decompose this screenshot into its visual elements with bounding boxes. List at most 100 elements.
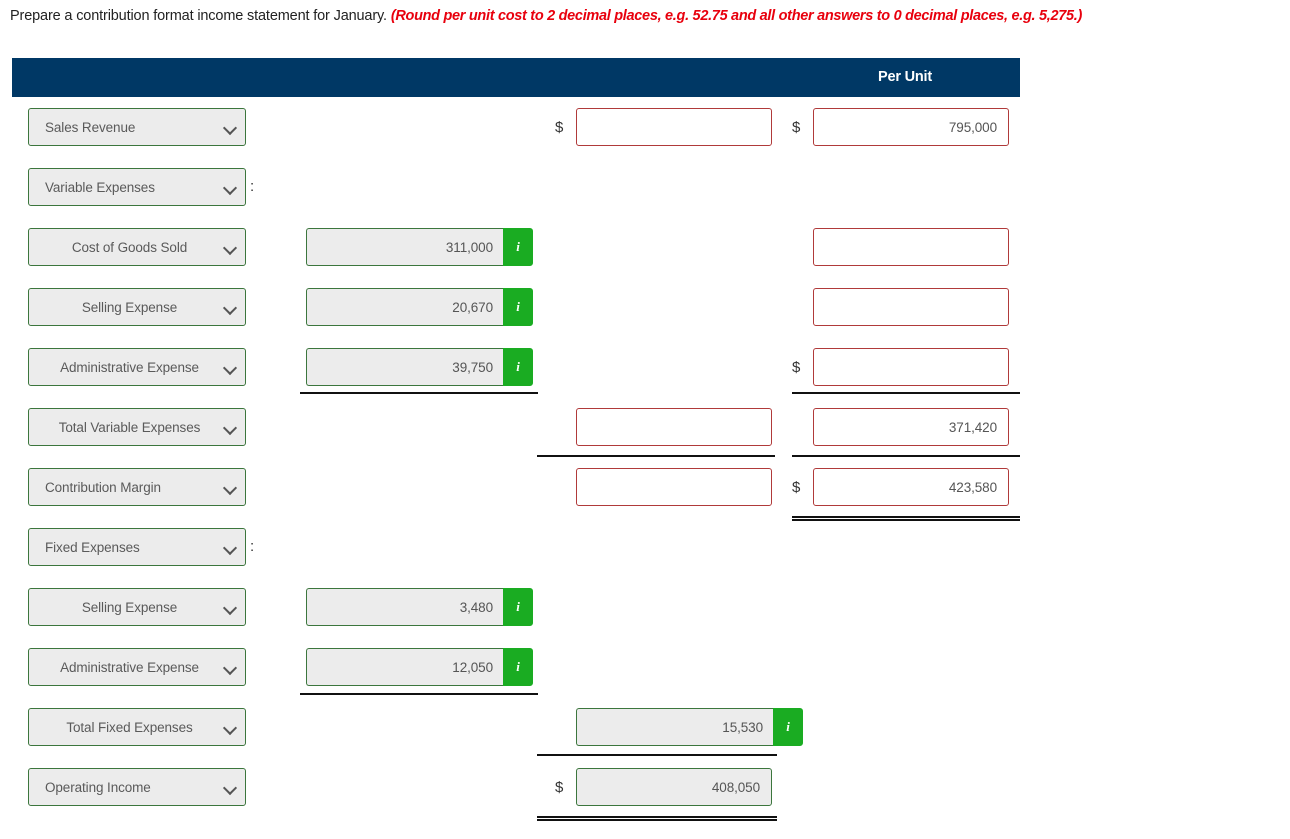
chevron-down-icon [224,721,237,734]
sales-revenue-col3-input[interactable]: 795,000 [813,108,1009,146]
rule-col2-operating-income-total [537,816,777,821]
total-variable-expenses-col2-cell [555,408,772,446]
info-icon[interactable]: i [503,648,533,686]
fixed-administrative-expense-col1-cell: 12,050 i [306,648,533,686]
contribution-margin-col3-cell: $423,580 [792,468,1009,506]
cost-of-goods-sold-col1-cell: 311,000 i [306,228,533,266]
sales-revenue-col3-cell: $795,000 [792,108,1009,146]
account-select-variable-expenses[interactable]: Variable Expenses [28,168,246,206]
cost-of-goods-sold-col1-input: 311,000 [306,228,504,266]
prompt-rounding-hint: (Round per unit cost to 2 decimal places… [390,8,1083,24]
chevron-down-icon [224,781,237,794]
chevron-down-icon [224,661,237,674]
variable-administrative-expense-col1-cell: 39,750 i [306,348,533,386]
account-select-label: Administrative Expense [60,659,199,675]
total-variable-expenses-col3-input[interactable]: 371,420 [813,408,1009,446]
account-select-label: Fixed Expenses [45,539,140,555]
account-select-label: Operating Income [45,779,151,795]
account-select-fixed-expenses[interactable]: Fixed Expenses [28,528,246,566]
chevron-down-icon [224,301,237,314]
rule-col2-contribution-margin [537,455,775,457]
row-total-variable-expenses: Total Variable Expenses 371,420 [0,408,1290,448]
info-icon[interactable]: i [503,288,533,326]
question-prompt: Prepare a contribution format income sta… [10,8,1285,24]
account-select-variable-administrative-expense[interactable]: Administrative Expense [28,348,246,386]
row-fixed-selling-expense: Selling Expense 3,480 i [0,588,1290,628]
row-fixed-expenses: Fixed Expenses: [0,528,1290,568]
row-cost-of-goods-sold: Cost of Goods Sold 311,000 i [0,228,1290,268]
rule-col1-fixed-subtotal [300,693,538,695]
account-select-sales-revenue[interactable]: Sales Revenue [28,108,246,146]
chevron-down-icon [224,181,237,194]
total-fixed-expenses-col2-cell: 15,530 i [555,708,803,746]
account-select-fixed-selling-expense[interactable]: Selling Expense [28,588,246,626]
dollar-sign: $ [792,358,801,376]
row-fixed-administrative-expense: Administrative Expense 12,050 i [0,648,1290,688]
operating-income-col2-cell: $408,050 [555,768,772,806]
fixed-administrative-expense-col1-input: 12,050 [306,648,504,686]
info-icon[interactable]: i [503,348,533,386]
account-select-fixed-administrative-expense[interactable]: Administrative Expense [28,648,246,686]
row-total-fixed-expenses: Total Fixed Expenses 15,530 i [0,708,1290,748]
total-fixed-expenses-col2-input: 15,530 [576,708,774,746]
chevron-down-icon [224,541,237,554]
rule-col2-fixed-subtotal [537,754,777,756]
rule-col3-contribution-margin [792,455,1020,457]
rule-col3-variable-subtotal [792,392,1020,394]
colon-separator: : [250,178,255,195]
contribution-margin-col3-input[interactable]: 423,580 [813,468,1009,506]
variable-administrative-expense-col3-input[interactable] [813,348,1009,386]
chevron-down-icon [224,361,237,374]
contribution-margin-col2-input[interactable] [576,468,772,506]
account-select-variable-selling-expense[interactable]: Selling Expense [28,288,246,326]
operating-income-col2-input: 408,050 [576,768,772,806]
column-header-per-unit: Per Unit [878,69,932,85]
chevron-down-icon [224,421,237,434]
colon-separator: : [250,538,255,555]
dollar-sign: $ [792,478,801,496]
row-operating-income: Operating Income $408,050 [0,768,1290,808]
fixed-selling-expense-col1-cell: 3,480 i [306,588,533,626]
account-select-label: Sales Revenue [45,119,136,135]
variable-selling-expense-col3-cell [792,288,1009,326]
account-select-label: Total Variable Expenses [58,419,201,435]
table-header-bar: Per Unit [12,58,1020,97]
fixed-selling-expense-col1-input: 3,480 [306,588,504,626]
account-select-label: Contribution Margin [45,479,161,495]
account-select-label: Selling Expense [81,599,178,615]
variable-administrative-expense-col1-input: 39,750 [306,348,504,386]
chevron-down-icon [224,121,237,134]
account-select-cost-of-goods-sold[interactable]: Cost of Goods Sold [28,228,246,266]
account-select-label: Selling Expense [81,299,178,315]
sales-revenue-col2-input[interactable] [576,108,772,146]
sales-revenue-col2-cell: $ [555,108,772,146]
rule-col1-variable-subtotal [300,392,538,394]
chevron-down-icon [224,481,237,494]
account-select-label: Variable Expenses [45,179,155,195]
dollar-sign: $ [792,118,801,136]
dollar-sign: $ [555,778,564,796]
cost-of-goods-sold-col3-cell [792,228,1009,266]
account-select-operating-income[interactable]: Operating Income [28,768,246,806]
row-variable-selling-expense: Selling Expense 20,670 i [0,288,1290,328]
dollar-sign: $ [555,118,564,136]
account-select-label: Administrative Expense [60,359,199,375]
rule-col3-contribution-margin-total [792,516,1020,521]
variable-administrative-expense-col3-cell: $ [792,348,1009,386]
chevron-down-icon [224,601,237,614]
account-select-label: Total Fixed Expenses [66,719,193,735]
cost-of-goods-sold-col3-input[interactable] [813,228,1009,266]
info-icon[interactable]: i [773,708,803,746]
row-contribution-margin: Contribution Margin $423,580 [0,468,1290,508]
account-select-label: Cost of Goods Sold [71,239,188,255]
account-select-total-fixed-expenses[interactable]: Total Fixed Expenses [28,708,246,746]
row-sales-revenue: Sales Revenue $ $795,000 [0,108,1290,148]
total-variable-expenses-col2-input[interactable] [576,408,772,446]
info-icon[interactable]: i [503,588,533,626]
chevron-down-icon [224,241,237,254]
account-select-total-variable-expenses[interactable]: Total Variable Expenses [28,408,246,446]
info-icon[interactable]: i [503,228,533,266]
variable-selling-expense-col1-cell: 20,670 i [306,288,533,326]
account-select-contribution-margin[interactable]: Contribution Margin [28,468,246,506]
variable-selling-expense-col3-input[interactable] [813,288,1009,326]
